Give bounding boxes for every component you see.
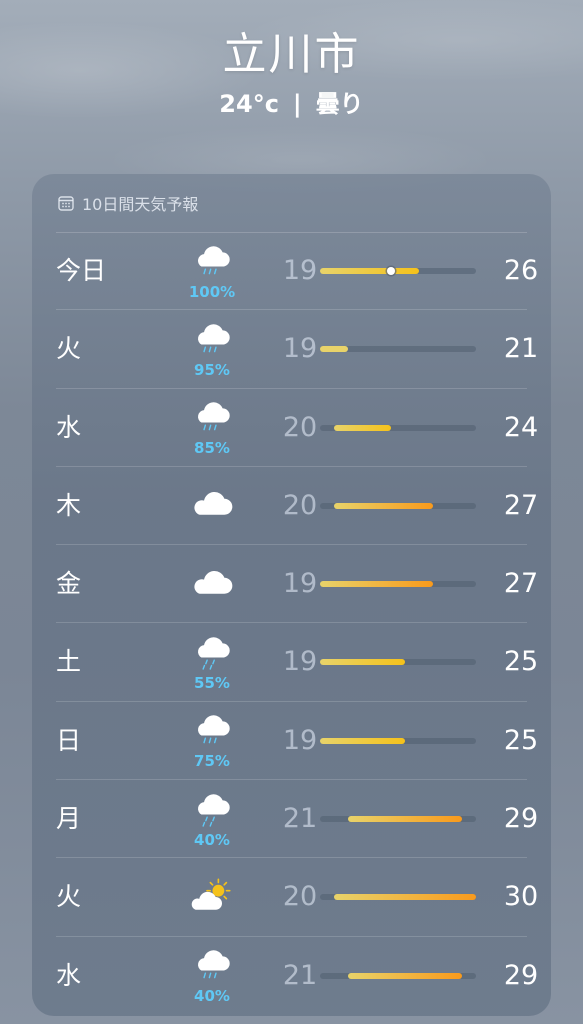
- day-label: 今日: [56, 256, 107, 285]
- cloud-icon: [189, 488, 235, 522]
- temperature-range-fill: [334, 424, 391, 431]
- day-label: 火: [56, 334, 82, 364]
- rain-cloud-icon: [189, 947, 235, 987]
- high-temperature: 30: [503, 881, 539, 913]
- forecast-row[interactable]: 月 40% 21 29: [56, 780, 538, 859]
- precipitation-chance: 85%: [194, 439, 230, 458]
- temperature-range-fill: [334, 502, 434, 509]
- high-temperature: 24: [503, 411, 539, 443]
- forecast-row[interactable]: 水 85% 20 24: [56, 389, 538, 467]
- high-temperature: 27: [503, 568, 539, 600]
- temperature-range-fill: [320, 659, 406, 666]
- day-label: 火: [56, 882, 82, 912]
- high-temperature: 25: [503, 724, 539, 756]
- temperature-range-bar: [320, 267, 476, 275]
- day-label: 日: [56, 725, 82, 755]
- temperature-range-fill: [320, 268, 420, 274]
- current-conditions: 24°c | 曇り: [0, 88, 583, 120]
- high-temperature: 29: [503, 959, 539, 991]
- current-temperature-marker: [386, 267, 395, 275]
- location-header: 立川市 24°c | 曇り: [0, 24, 583, 120]
- temperature-range-fill: [334, 894, 476, 901]
- forecast-row[interactable]: 木 20 27: [56, 467, 538, 546]
- cloud-icon: [189, 567, 235, 601]
- temperature-range-fill: [320, 737, 406, 744]
- rain-cloud-icon: [189, 712, 235, 752]
- forecast-title: 10日間天気予報: [82, 195, 199, 214]
- day-label: 金: [56, 569, 82, 599]
- forecast-row[interactable]: 金 19 27: [56, 545, 538, 624]
- temperature-range-fill: [320, 346, 349, 353]
- drizzle-cloud-icon: [189, 634, 235, 674]
- current-temperature: 24°c: [219, 90, 279, 118]
- day-label: 月: [56, 804, 82, 834]
- partly-cloudy-sun-icon: [188, 877, 236, 917]
- precipitation-chance: 55%: [194, 673, 230, 692]
- temperature-range-bar: [320, 346, 476, 353]
- forecast-row[interactable]: 火 20 30: [56, 858, 538, 937]
- precipitation-chance: 40%: [194, 987, 230, 1006]
- forecast-row[interactable]: 水 40% 21 29: [56, 937, 538, 1015]
- rain-cloud-icon: [189, 399, 235, 439]
- high-temperature: 26: [503, 255, 539, 286]
- rain-cloud-icon: [189, 321, 235, 361]
- forecast-row[interactable]: 日 75% 19 25: [56, 702, 538, 781]
- temperature-range-fill: [320, 581, 434, 588]
- temperature-range-bar: [320, 894, 476, 901]
- drizzle-cloud-icon: [189, 791, 235, 831]
- high-temperature: 29: [503, 803, 539, 835]
- temperature-range-fill: [348, 816, 462, 823]
- temperature-range-bar: [320, 502, 476, 509]
- temperature-range-bar: [320, 581, 476, 588]
- forecast-row[interactable]: 土 55% 19 25: [56, 623, 538, 702]
- ten-day-forecast-card[interactable]: 10日間天気予報 今日 100% 19 26 火 95% 19 21 水 85%…: [32, 174, 551, 1016]
- temperature-range-fill: [348, 972, 462, 979]
- separator: |: [292, 90, 302, 118]
- precipitation-chance: 95%: [194, 360, 230, 379]
- forecast-row[interactable]: 火 95% 19 21: [56, 310, 538, 389]
- day-label: 水: [56, 412, 82, 442]
- day-label: 水: [56, 960, 82, 990]
- calendar-icon: [58, 195, 74, 211]
- temperature-range-bar: [320, 737, 476, 744]
- temperature-range-bar: [320, 816, 476, 823]
- temperature-range-bar: [320, 659, 476, 666]
- high-temperature: 27: [503, 489, 539, 521]
- precipitation-chance: 75%: [194, 752, 230, 771]
- precipitation-chance: 40%: [194, 830, 230, 849]
- current-condition: 曇り: [315, 90, 364, 118]
- temperature-range-bar: [320, 972, 476, 979]
- forecast-row[interactable]: 今日 100% 19 26: [56, 232, 538, 311]
- forecast-list: 今日 100% 19 26 火 95% 19 21 水 85% 20 24 木 …: [32, 232, 551, 1015]
- temperature-range-bar: [320, 424, 476, 431]
- rain-cloud-icon: [189, 243, 235, 283]
- high-temperature: 21: [503, 333, 539, 365]
- high-temperature: 25: [503, 646, 539, 678]
- forecast-header: 10日間天気予報: [58, 192, 198, 214]
- day-label: 木: [56, 490, 82, 520]
- precipitation-chance: 100%: [188, 282, 236, 301]
- city-name: 立川市: [222, 29, 361, 80]
- day-label: 土: [56, 647, 82, 677]
